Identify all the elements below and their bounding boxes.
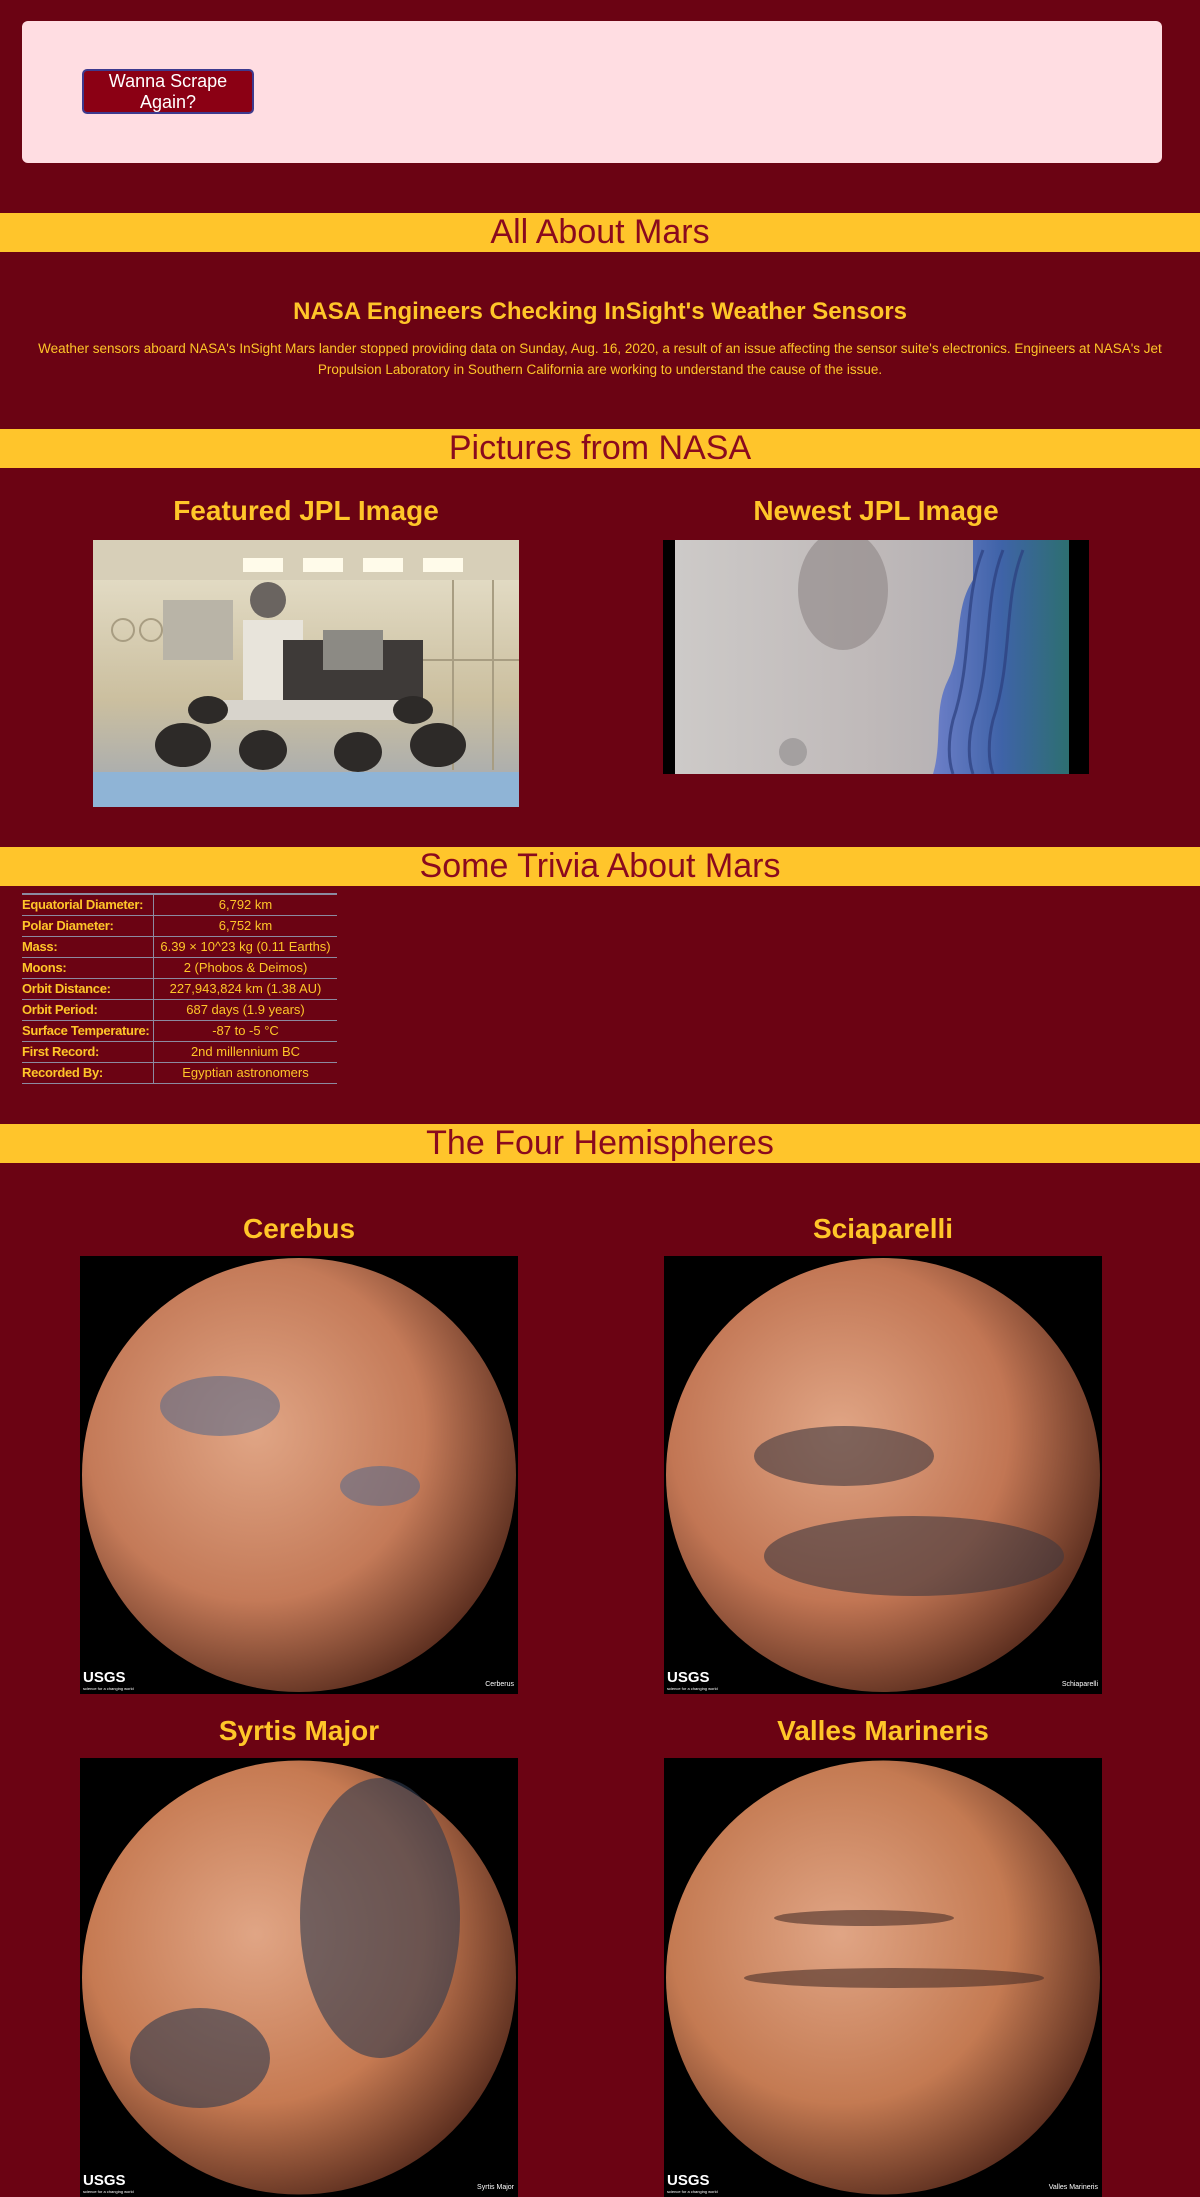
usgs-logo: USGS science for a changing world [667,1669,718,1691]
facts-row: Polar Diameter: 6,752 km [22,915,337,937]
fact-value: 6,752 km [153,915,337,937]
jumbotron: Wanna Scrape Again? [22,21,1162,163]
fact-label: Polar Diameter: [22,915,154,937]
section-banner-hemispheres: The Four Hemispheres [0,1124,1200,1163]
usgs-tagline: science for a changing world [667,1686,718,1691]
featured-jpl-image [93,540,519,807]
hemisphere-title-sciaparelli: Sciaparelli [812,1213,954,1244]
hemisphere-title-syrtis-major: Syrtis Major [218,1715,380,1746]
facts-row: Orbit Period: 687 days (1.9 years) [22,999,337,1021]
fact-label: Orbit Distance: [22,978,154,1000]
mars-facts-table: Equatorial Diameter: 6,792 km Polar Diamet… [22,893,337,1084]
hemisphere-image-cerebus: USGS science for a changing world Cerberus [80,1256,518,1694]
news-paragraph: Weather sensors aboard NASA's InSight Ma… [38,341,1162,377]
hemisphere-title-valles-marineris: Valles Marineris [777,1715,989,1746]
hemisphere-caption: Syrtis Major [477,2184,514,2191]
usgs-logo-text: USGS [83,1669,126,1686]
mars-globe [82,1760,516,2195]
fact-value: 687 days (1.9 years) [153,999,337,1021]
fact-value: 227,943,824 km (1.38 AU) [153,978,337,1000]
section-banner-trivia: Some Trivia About Mars [0,847,1200,886]
hemisphere-caption: Cerberus [485,1681,514,1688]
fact-label: First Record: [22,1041,154,1063]
usgs-tagline: science for a changing world [667,2189,718,2194]
facts-row: Surface Temperature: -87 to -5 °C [22,1020,337,1042]
newest-jpl-image [663,540,1089,774]
fact-label: Moons: [22,957,154,979]
facts-row: First Record: 2nd millennium BC [22,1041,337,1063]
fact-label: Orbit Period: [22,999,154,1021]
hemisphere-image-syrtis-major: USGS science for a changing world Syrtis M… [80,1758,518,2197]
featured-image-title: Featured JPL Image [173,495,439,526]
usgs-logo-text: USGS [667,2172,710,2189]
fact-value: 2nd millennium BC [153,1041,337,1063]
usgs-tagline: science for a changing world [83,1686,134,1691]
fact-value: Egyptian astronomers [153,1062,337,1084]
newest-image-title: Newest JPL Image [753,495,999,526]
section-banner-pictures: Pictures from NASA [0,429,1200,468]
fact-value: -87 to -5 °C [153,1020,337,1042]
usgs-logo: USGS science for a changing world [83,2172,134,2194]
usgs-tagline: science for a changing world [83,2189,134,2194]
usgs-logo: USGS science for a changing world [667,2172,718,2194]
facts-row: Orbit Distance: 227,943,824 km (1.38 AU) [22,978,337,1000]
mars-globe [82,1258,516,1692]
fact-label: Equatorial Diameter: [22,893,154,916]
facts-row: Mass: 6.39 × 10^23 kg (0.11 Earths) [22,936,337,958]
fact-value: 6.39 × 10^23 kg (0.11 Earths) [153,936,337,958]
facts-row: Moons: 2 (Phobos & Deimos) [22,957,337,979]
news-title: NASA Engineers Checking InSight's Weathe… [293,298,907,325]
facts-row: Equatorial Diameter: 6,792 km [22,893,337,916]
hemisphere-caption: Schiaparelli [1061,1681,1098,1688]
scrape-again-button[interactable]: Wanna Scrape Again? [82,69,254,114]
fact-value: 2 (Phobos & Deimos) [153,957,337,979]
fact-label: Surface Temperature: [22,1020,154,1042]
mars-globe [666,1760,1100,2195]
fact-label: Recorded By: [22,1062,154,1084]
hemisphere-caption: Valles Marineris [1048,2184,1098,2191]
usgs-logo-text: USGS [83,2172,126,2189]
fact-label: Mass: [22,936,154,958]
hemisphere-title-cerebus: Cerebus [242,1213,356,1244]
hemisphere-image-sciaparelli: USGS science for a changing world Schiapar… [664,1256,1102,1694]
mars-globe [666,1258,1100,1692]
section-banner-mars: All About Mars [0,213,1200,252]
usgs-logo: USGS science for a changing world [83,1669,134,1691]
hemisphere-image-valles-marineris: USGS science for a changing world Valles M… [664,1758,1102,2197]
fact-value: 6,792 km [153,893,337,916]
facts-row: Recorded By: Egyptian astronomers [22,1062,337,1084]
usgs-logo-text: USGS [667,1669,710,1686]
